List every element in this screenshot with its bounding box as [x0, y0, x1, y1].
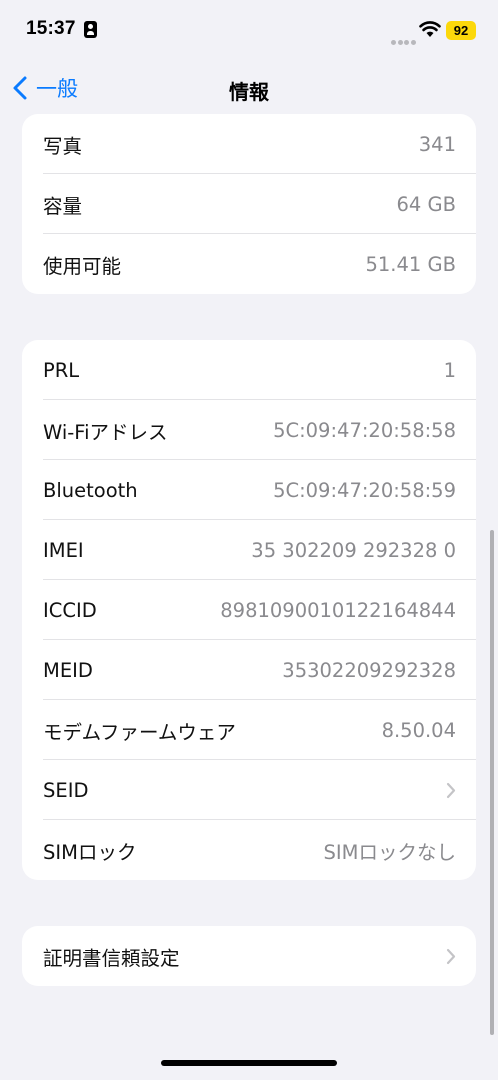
cellular-signal-icon: [391, 30, 417, 45]
navigation-bar: 一般 情報: [0, 60, 498, 116]
row-label: 証明書信頼設定: [43, 946, 180, 970]
row-label: ICCID: [43, 598, 97, 622]
row-label: モデムファームウェア: [43, 720, 236, 744]
certificate-trust-settings-row[interactable]: 証明書信頼設定: [22, 926, 476, 986]
status-bar: 15:37 92: [0, 0, 498, 60]
capacity-row: 容量 64 GB: [22, 174, 476, 234]
row-label: 写真: [43, 134, 83, 158]
chevron-right-icon: [446, 948, 456, 964]
page-title: 情報: [229, 80, 269, 104]
row-value: 64 GB: [396, 192, 457, 216]
wifi-address-row: Wi-Fiアドレス 5C:09:47:20:58:58: [22, 400, 476, 460]
row-value: 51.41 GB: [365, 252, 456, 276]
sim-lock-row: SIMロック SIMロックなし: [22, 820, 476, 880]
row-value: 5C:09:47:20:58:58: [273, 418, 456, 442]
seid-row[interactable]: SEID: [22, 760, 476, 820]
row-value: 8.50.04: [381, 718, 456, 742]
contact-card-icon: [84, 21, 97, 38]
row-value: 8981090010122164844: [220, 598, 456, 622]
row-label: SIMロック: [43, 840, 137, 864]
row-label: Bluetooth: [43, 478, 138, 502]
bluetooth-row: Bluetooth 5C:09:47:20:58:59: [22, 460, 476, 520]
row-label: IMEI: [43, 538, 84, 562]
row-value: 5C:09:47:20:58:59: [273, 478, 456, 502]
chevron-right-icon: [446, 782, 456, 798]
imei-row: IMEI 35 302209 292328 0: [22, 520, 476, 580]
wifi-icon: [419, 21, 441, 37]
certificate-group: 証明書信頼設定: [22, 926, 476, 986]
row-label: Wi-Fiアドレス: [43, 420, 168, 444]
modem-firmware-row: モデムファームウェア 8.50.04: [22, 700, 476, 760]
row-value: 35302209292328: [282, 658, 456, 682]
network-info-group: PRL 1 Wi-Fiアドレス 5C:09:47:20:58:58 Blueto…: [22, 340, 476, 880]
status-time: 15:37: [26, 18, 76, 39]
prl-row: PRL 1: [22, 340, 476, 400]
storage-info-group: 写真 341 容量 64 GB 使用可能 51.41 GB: [22, 114, 476, 294]
photos-row: 写真 341: [22, 114, 476, 174]
iccid-row: ICCID 8981090010122164844: [22, 580, 476, 640]
row-label: PRL: [43, 358, 80, 382]
row-value: 341: [418, 132, 456, 156]
home-indicator[interactable]: [161, 1060, 337, 1066]
row-label: 使用可能: [43, 254, 122, 278]
row-label: 容量: [43, 194, 83, 218]
row-label: MEID: [43, 658, 93, 682]
row-label: SEID: [43, 778, 89, 802]
row-value: SIMロックなし: [323, 840, 456, 864]
row-value: 35 302209 292328 0: [251, 538, 456, 562]
available-row: 使用可能 51.41 GB: [22, 234, 476, 294]
meid-row: MEID 35302209292328: [22, 640, 476, 700]
row-value: 1: [443, 358, 456, 382]
battery-indicator: 92: [446, 21, 476, 40]
scroll-indicator[interactable]: [490, 530, 494, 1035]
